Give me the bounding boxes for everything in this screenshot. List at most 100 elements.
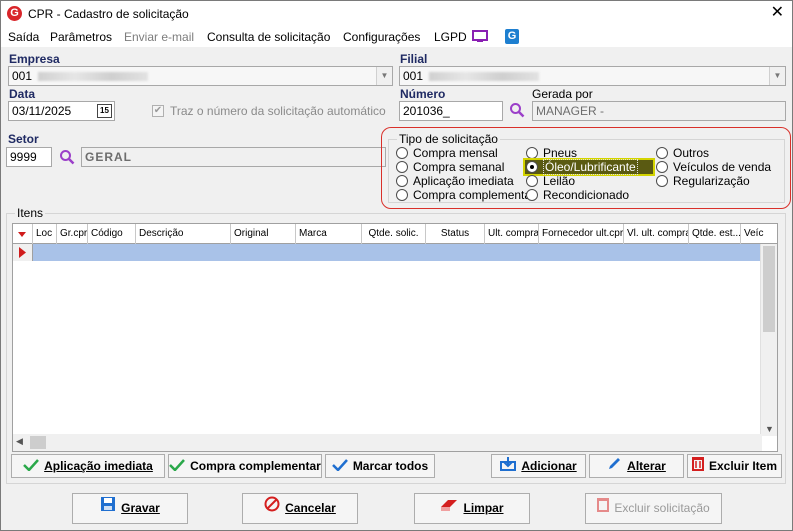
radio-button-selected-icon <box>526 161 538 173</box>
column-header[interactable]: Fornecedor ult.cpr <box>539 224 624 244</box>
menu-configuracoes[interactable]: Configurações <box>343 30 420 44</box>
radio-compra-semanal[interactable]: Compra semanal <box>396 160 504 174</box>
numero-input[interactable]: 201036_ <box>399 101 503 121</box>
radio-compra-complementar[interactable]: Compra complementar <box>396 188 535 202</box>
adicionar-button[interactable]: Adicionar <box>491 454 586 478</box>
button-label: Limpar <box>463 501 504 515</box>
radio-aplicacao-imediata[interactable]: Aplicação imediata <box>396 174 514 188</box>
button-label: Excluir Item <box>708 459 778 473</box>
column-header[interactable]: Veíc <box>741 224 777 244</box>
check-icon <box>331 456 348 478</box>
chevron-down-icon[interactable]: ▼ <box>376 67 392 85</box>
column-header[interactable]: Status <box>426 224 485 244</box>
column-header[interactable]: Qtde. solic. <box>362 224 426 244</box>
chevron-down-icon[interactable]: ▼ <box>765 424 774 434</box>
excluir-solicitacao-button[interactable]: Excluir solicitação <box>585 493 722 524</box>
radio-label: Veículos de venda <box>673 160 772 174</box>
radio-button-icon <box>396 189 408 201</box>
close-icon[interactable]: ✕ <box>771 4 784 22</box>
excluir-item-button[interactable]: Excluir Item <box>687 454 782 478</box>
items-grid[interactable]: Loc Gr.cpr Código Descrição Original Mar… <box>12 223 778 452</box>
window-title: CPR - Cadastro de solicitação <box>28 7 189 21</box>
radio-button-icon <box>656 175 668 187</box>
cancel-icon <box>264 494 280 523</box>
empresa-label: Empresa <box>9 52 60 66</box>
setor-code-input[interactable]: 9999 <box>6 147 52 167</box>
app-badge-icon[interactable]: G <box>505 29 519 44</box>
menu-consulta-solicitacao[interactable]: Consulta de solicitação <box>207 30 330 44</box>
redacted-text <box>429 72 540 82</box>
button-label: Cancelar <box>285 501 336 515</box>
setor-code-value: 9999 <box>10 150 37 164</box>
menu-parametros[interactable]: Parâmetros <box>50 30 112 44</box>
setor-label: Setor <box>8 132 39 146</box>
radio-outros[interactable]: Outros <box>656 146 709 160</box>
column-header[interactable]: Descrição <box>136 224 231 244</box>
data-input[interactable]: 03/11/2025 15 <box>8 101 115 121</box>
column-header[interactable]: Código <box>88 224 136 244</box>
filial-label: Filial <box>400 52 428 66</box>
button-label: Gravar <box>121 501 160 515</box>
search-icon[interactable] <box>509 102 525 118</box>
numero-label: Número <box>400 87 446 101</box>
calendar-icon[interactable]: 15 <box>97 104 112 118</box>
menu-saida[interactable]: Saída <box>8 30 39 44</box>
scroll-thumb[interactable] <box>30 436 46 449</box>
auto-number-checkbox[interactable]: ✔ <box>152 105 164 117</box>
radio-leilao[interactable]: Leilão <box>526 174 575 188</box>
empresa-combo[interactable]: 001 ▼ <box>8 66 393 86</box>
table-row[interactable] <box>13 244 762 261</box>
alterar-button[interactable]: Alterar <box>589 454 684 478</box>
numero-value: 201036_ <box>403 104 450 118</box>
gerada-por-value: MANAGER - <box>536 104 605 118</box>
radio-label: Óleo/Lubrificante <box>543 159 638 175</box>
gravar-button[interactable]: Gravar <box>72 493 188 524</box>
eraser-icon <box>440 494 458 523</box>
chevron-down-icon[interactable]: ▼ <box>769 67 785 85</box>
sort-indicator-icon[interactable] <box>13 224 33 244</box>
gerada-por-field: MANAGER - <box>532 101 786 121</box>
column-header[interactable]: Ult. compra <box>485 224 539 244</box>
aplicacao-imediata-button[interactable]: Aplicação imediata <box>11 454 165 478</box>
radio-label: Outros <box>673 146 710 160</box>
radio-label: Compra semanal <box>413 160 505 174</box>
chevron-left-icon[interactable]: ◀ <box>16 436 23 447</box>
radio-label: Leilão <box>543 174 576 188</box>
radio-button-icon <box>656 147 668 159</box>
button-label: Adicionar <box>521 459 577 473</box>
radio-oleo-lubrificante[interactable]: Óleo/Lubrificante <box>526 159 638 175</box>
column-header[interactable]: Marca <box>296 224 362 244</box>
column-header[interactable]: Loc <box>33 224 57 244</box>
radio-button-icon <box>526 189 538 201</box>
radio-regularizacao[interactable]: Regularização <box>656 174 750 188</box>
grid-header: Loc Gr.cpr Código Descrição Original Mar… <box>13 224 777 244</box>
radio-label: Compra mensal <box>413 146 498 160</box>
filial-combo[interactable]: 001 ▼ <box>399 66 786 86</box>
download-icon <box>500 456 517 478</box>
limpar-button[interactable]: Limpar <box>414 493 530 524</box>
vertical-scrollbar[interactable]: ▼ <box>760 244 777 436</box>
radio-label: Aplicação imediata <box>413 174 514 188</box>
radio-veiculos-venda[interactable]: Veículos de venda <box>656 160 771 174</box>
cancelar-button[interactable]: Cancelar <box>242 493 358 524</box>
monitor-icon[interactable] <box>472 30 488 43</box>
column-header[interactable]: Original <box>231 224 296 244</box>
radio-compra-mensal[interactable]: Compra mensal <box>396 146 498 160</box>
title-bar: G CPR - Cadastro de solicitação ✕ <box>1 1 792 27</box>
column-header[interactable]: Vl. ult. compra <box>624 224 689 244</box>
menu-enviar-email: Enviar e-mail <box>124 30 195 44</box>
search-icon[interactable] <box>59 149 75 165</box>
save-icon <box>100 494 116 523</box>
gerada-por-label: Gerada por <box>532 87 593 101</box>
marcar-todos-button[interactable]: Marcar todos <box>325 454 435 478</box>
menu-lgpd[interactable]: LGPD <box>434 30 467 44</box>
horizontal-scrollbar[interactable]: ◀ <box>13 434 762 451</box>
column-header[interactable]: Qtde. est... <box>689 224 741 244</box>
radio-recondicionado[interactable]: Recondicionado <box>526 188 629 202</box>
data-value: 03/11/2025 <box>12 104 72 118</box>
column-header[interactable]: Gr.cpr <box>57 224 88 244</box>
button-label: Aplicação imediata <box>44 459 153 473</box>
compra-complementar-button[interactable]: Compra complementar <box>168 454 322 478</box>
setor-name-field: GERAL <box>81 147 386 167</box>
scroll-thumb[interactable] <box>763 246 775 332</box>
